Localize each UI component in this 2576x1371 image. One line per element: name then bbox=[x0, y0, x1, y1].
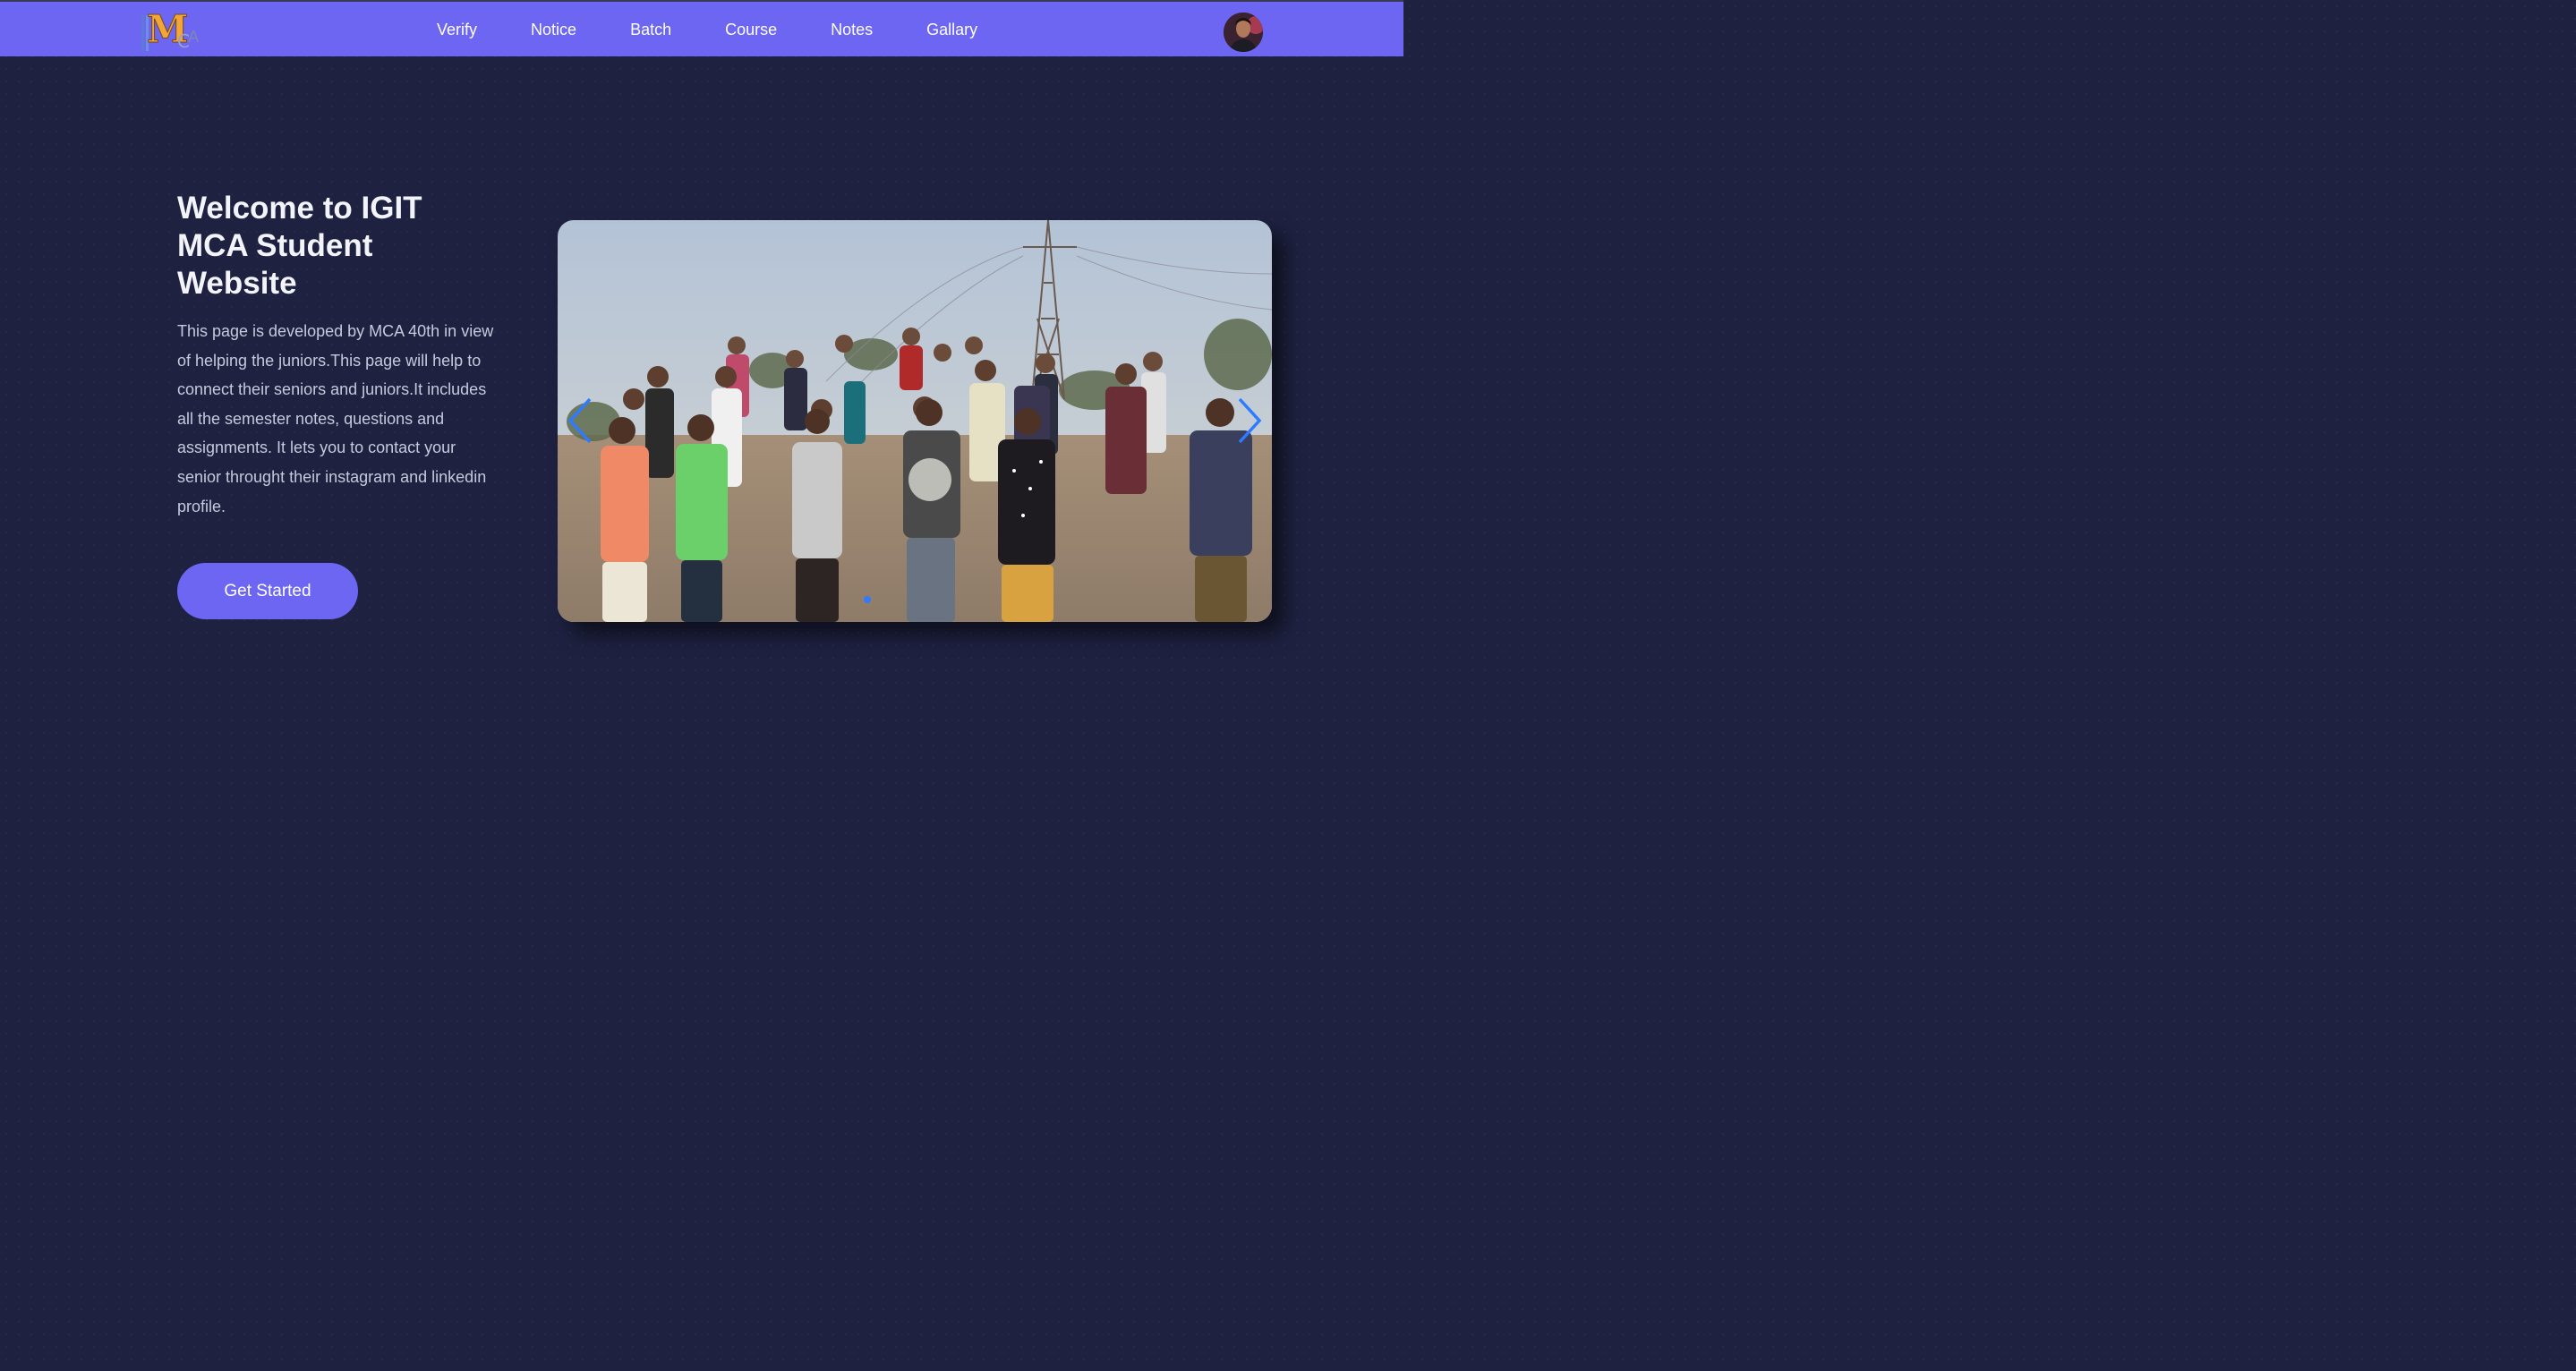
main-nav: Verify Notice Batch Course Notes Gallary bbox=[410, 2, 1004, 58]
carousel-indicators bbox=[864, 596, 871, 603]
get-started-button[interactable]: Get Started bbox=[177, 563, 358, 619]
hero-title: Welcome to IGIT MCA Student Website bbox=[177, 191, 422, 301]
mca-logo[interactable]: M C A bbox=[140, 6, 204, 53]
nav-course[interactable]: Course bbox=[698, 21, 804, 39]
carousel-prev-button[interactable] bbox=[567, 397, 593, 444]
svg-text:A: A bbox=[188, 28, 200, 47]
chevron-left-icon bbox=[567, 397, 592, 444]
hero-description: This page is developed by MCA 40th in vi… bbox=[177, 322, 494, 515]
user-avatar[interactable] bbox=[1224, 13, 1263, 52]
nav-verify[interactable]: Verify bbox=[410, 21, 504, 39]
nav-gallary[interactable]: Gallary bbox=[900, 21, 1004, 39]
image-carousel bbox=[558, 220, 1272, 622]
group-photo bbox=[558, 220, 1272, 622]
carousel-dot[interactable] bbox=[864, 596, 871, 603]
nav-notice[interactable]: Notice bbox=[504, 21, 603, 39]
carousel-next-button[interactable] bbox=[1236, 397, 1263, 444]
chevron-right-icon bbox=[1238, 397, 1262, 444]
nav-notes[interactable]: Notes bbox=[804, 21, 900, 39]
nav-batch[interactable]: Batch bbox=[603, 21, 698, 39]
navbar: M C A Verify Notice Batch Course Notes G… bbox=[0, 0, 1403, 56]
